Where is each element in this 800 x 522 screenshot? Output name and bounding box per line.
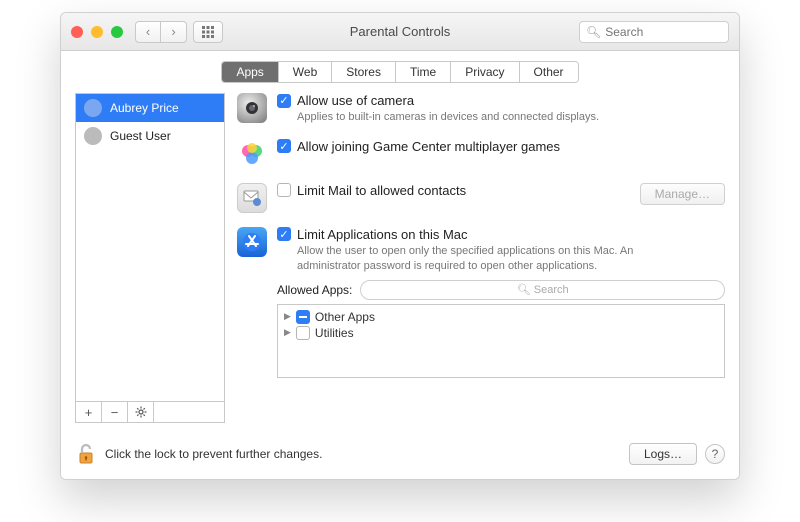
limitapps-checkbox[interactable]: ✓ xyxy=(277,227,291,241)
allowed-apps-header: Allowed Apps: 🔍︎ Search xyxy=(277,280,725,300)
avatar-icon xyxy=(84,99,102,117)
gamecenter-checkbox[interactable]: ✓ xyxy=(277,139,291,153)
appstore-icon xyxy=(237,227,267,257)
toolbar-search-input[interactable] xyxy=(605,25,722,39)
option-mail: Limit Mail to allowed contacts Manage… xyxy=(237,183,725,213)
tab-stores[interactable]: Stores xyxy=(332,62,396,82)
tabs-area: Apps Web Stores Time Privacy Other xyxy=(75,61,725,83)
tree-item-utilities[interactable]: ▶ Utilities xyxy=(284,325,718,341)
option-camera: ✓ Allow use of camera Applies to built-i… xyxy=(237,93,725,125)
zoom-icon[interactable] xyxy=(111,26,123,38)
remove-user-button[interactable]: − xyxy=(102,402,128,422)
user-name: Aubrey Price xyxy=(110,101,179,115)
search-icon: 🔍︎ xyxy=(517,283,531,296)
body: Apps Web Stores Time Privacy Other Aubre… xyxy=(61,51,739,479)
mail-label: Limit Mail to allowed contacts xyxy=(297,183,466,198)
lock-text: Click the lock to prevent further change… xyxy=(105,447,322,461)
footer: Click the lock to prevent further change… xyxy=(75,431,725,467)
camera-icon xyxy=(237,93,267,123)
allowed-apps-search[interactable]: 🔍︎ Search xyxy=(360,280,725,300)
camera-label: Allow use of camera xyxy=(297,93,414,108)
mail-icon xyxy=(237,183,267,213)
tree-label: Utilities xyxy=(315,326,354,340)
tab-web[interactable]: Web xyxy=(279,62,332,82)
other-apps-checkbox[interactable] xyxy=(296,310,310,324)
tab-apps[interactable]: Apps xyxy=(222,62,278,82)
back-button[interactable]: ‹ xyxy=(135,21,161,43)
user-item-aubrey[interactable]: Aubrey Price xyxy=(76,94,224,122)
search-icon: 🔍︎ xyxy=(586,25,601,39)
gamecenter-label: Allow joining Game Center multiplayer ga… xyxy=(297,139,560,154)
gamecenter-icon xyxy=(237,139,267,169)
tab-privacy[interactable]: Privacy xyxy=(451,62,519,82)
close-icon[interactable] xyxy=(71,26,83,38)
option-gamecenter: ✓ Allow joining Game Center multiplayer … xyxy=(237,139,725,169)
prefs-window: ‹ › Parental Controls 🔍︎ Apps Web Stores… xyxy=(60,12,740,480)
tabbar: Apps Web Stores Time Privacy Other xyxy=(221,61,578,83)
gear-icon xyxy=(135,406,147,418)
content: ✓ Allow use of camera Applies to built-i… xyxy=(237,93,725,423)
minimize-icon[interactable] xyxy=(91,26,103,38)
limitapps-desc: Allow the user to open only the specifie… xyxy=(297,244,657,274)
tree-label: Other Apps xyxy=(315,310,375,324)
tree-item-other-apps[interactable]: ▶ Other Apps xyxy=(284,309,718,325)
forward-button[interactable]: › xyxy=(161,21,187,43)
user-item-guest[interactable]: Guest User xyxy=(76,122,224,150)
sidebar: Aubrey Price Guest User + − xyxy=(75,93,225,423)
option-limitapps: ✓ Limit Applications on this Mac Allow t… xyxy=(237,227,725,274)
help-button[interactable]: ? xyxy=(705,444,725,464)
user-name: Guest User xyxy=(110,129,171,143)
grid-icon xyxy=(201,25,215,39)
nav-back-forward: ‹ › xyxy=(135,21,187,43)
avatar-icon xyxy=(84,127,102,145)
limitapps-label: Limit Applications on this Mac xyxy=(297,227,468,242)
camera-checkbox[interactable]: ✓ xyxy=(277,94,291,108)
user-list: Aubrey Price Guest User xyxy=(75,93,225,401)
titlebar: ‹ › Parental Controls 🔍︎ xyxy=(61,13,739,51)
manage-button[interactable]: Manage… xyxy=(640,183,725,205)
disclosure-icon[interactable]: ▶ xyxy=(284,327,291,338)
allowed-search-placeholder: Search xyxy=(534,284,569,296)
logs-button[interactable]: Logs… xyxy=(629,443,697,465)
mail-checkbox[interactable] xyxy=(277,183,291,197)
traffic-lights xyxy=(71,26,123,38)
disclosure-icon[interactable]: ▶ xyxy=(284,311,291,322)
user-actions-button[interactable] xyxy=(128,402,154,422)
tab-time[interactable]: Time xyxy=(396,62,451,82)
toolbar-search[interactable]: 🔍︎ xyxy=(579,21,729,43)
camera-desc: Applies to built-in cameras in devices a… xyxy=(297,110,657,125)
allowed-apps-tree[interactable]: ▶ Other Apps ▶ Utilities xyxy=(277,304,725,378)
tab-other[interactable]: Other xyxy=(520,62,578,82)
add-user-button[interactable]: + xyxy=(76,402,102,422)
sidebar-footer: + − xyxy=(75,401,225,423)
show-all-button[interactable] xyxy=(193,21,223,43)
utilities-checkbox[interactable] xyxy=(296,326,310,340)
main: Aubrey Price Guest User + − xyxy=(75,93,725,423)
allowed-apps-label: Allowed Apps: xyxy=(277,283,352,297)
lock-icon[interactable] xyxy=(75,441,97,467)
